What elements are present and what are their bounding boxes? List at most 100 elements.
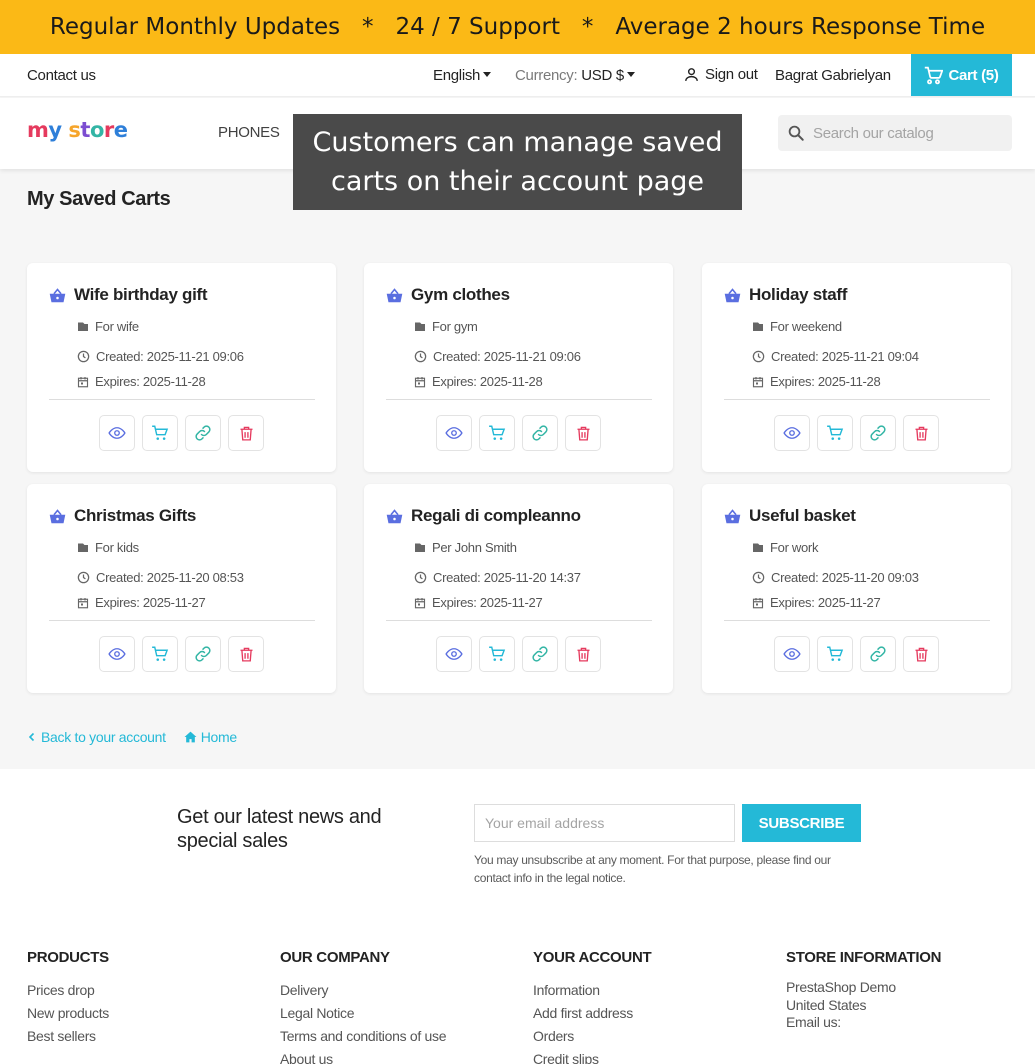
store-logo[interactable]: my store (27, 118, 128, 142)
search-input[interactable] (813, 124, 1003, 142)
contact-us-link[interactable]: Contact us (27, 67, 96, 84)
view-cart-button[interactable] (436, 636, 472, 672)
footer-link[interactable]: About us (280, 1048, 446, 1064)
nav-item-phones[interactable]: PHONES (218, 124, 280, 141)
search-box (778, 115, 1012, 151)
footer-store-info: STORE INFORMATION PrestaShop Demo United… (786, 949, 941, 1032)
store-info-line: PrestaShop Demo (786, 979, 896, 995)
calendar-icon (414, 597, 426, 609)
delete-cart-button[interactable] (228, 415, 264, 451)
account-name-link[interactable]: Bagrat Gabrielyan (775, 67, 891, 84)
view-cart-button[interactable] (774, 415, 810, 451)
chevron-down-icon (483, 72, 492, 77)
cart-expires: Expires: 2025-11-28 (432, 374, 543, 389)
footer-link[interactable]: Terms and conditions of use (280, 1025, 447, 1048)
saved-cart-card: Useful basket For work Created: 2025-11-20… (702, 484, 1011, 693)
delete-cart-button[interactable] (565, 636, 601, 672)
view-cart-button[interactable] (99, 636, 135, 672)
restore-cart-button[interactable] (479, 415, 515, 451)
trash-icon (913, 425, 930, 442)
cart-expires: Expires: 2025-11-27 (770, 595, 881, 610)
restore-cart-button[interactable] (142, 415, 178, 451)
subscribe-button[interactable]: SUBSCRIBE (742, 804, 861, 842)
footer-company: OUR COMPANY Delivery Legal Notice Terms … (280, 949, 447, 1064)
cart-note-row: Per John Smith (414, 540, 517, 555)
view-cart-button[interactable] (99, 415, 135, 451)
footer-link[interactable]: Information (533, 979, 651, 1002)
delete-cart-button[interactable] (565, 415, 601, 451)
cart-title-row: Regali di compleanno (386, 506, 581, 526)
currency-selector[interactable]: Currency: USD $ (515, 67, 635, 84)
view-cart-button[interactable] (436, 415, 472, 451)
back-to-account-link[interactable]: Back to your account (27, 729, 166, 745)
clock-icon (752, 350, 765, 363)
cart-label: Cart (5) (948, 66, 999, 84)
card-divider (724, 399, 990, 400)
restore-cart-button[interactable] (817, 636, 853, 672)
home-link[interactable]: Home (184, 729, 237, 745)
back-to-account-label: Back to your account (41, 729, 166, 745)
delete-cart-button[interactable] (228, 636, 264, 672)
sign-out-label: Sign out (705, 66, 758, 83)
footer-link[interactable]: Orders (533, 1025, 651, 1048)
footer-link[interactable]: New products (27, 1002, 109, 1025)
cart-button[interactable]: Cart (5) (911, 54, 1012, 96)
view-cart-button[interactable] (774, 636, 810, 672)
footer-store-heading: STORE INFORMATION (786, 949, 942, 966)
footer-link[interactable]: Legal Notice (280, 1002, 446, 1025)
cart-icon (826, 424, 844, 442)
cart-name: Useful basket (749, 506, 856, 525)
cart-title-row: Christmas Gifts (49, 506, 196, 526)
folder-icon (752, 542, 764, 553)
basket-icon (386, 287, 403, 303)
search-icon[interactable] (787, 124, 805, 142)
cart-note-row: For wife (77, 319, 139, 334)
cart-note: For wife (95, 319, 139, 334)
saved-cart-card: Wife birthday gift For wife Created: 2025-… (27, 263, 336, 472)
sign-out-link[interactable]: Sign out (683, 66, 758, 83)
delete-cart-button[interactable] (903, 415, 939, 451)
delete-cart-button[interactable] (903, 636, 939, 672)
link-icon (531, 424, 549, 442)
cart-note-row: For gym (414, 319, 478, 334)
cart-created-row: Created: 2025-11-21 09:06 (77, 349, 244, 364)
restore-cart-button[interactable] (479, 636, 515, 672)
share-link-button[interactable] (185, 636, 221, 672)
cart-created-row: Created: 2025-11-20 08:53 (77, 570, 244, 585)
basket-icon (724, 508, 741, 524)
share-link-button[interactable] (522, 415, 558, 451)
footer-link[interactable]: Prices drop (27, 979, 109, 1002)
newsletter-title: Get our latest news and special sales (177, 806, 382, 852)
restore-cart-button[interactable] (817, 415, 853, 451)
language-selector[interactable]: English (433, 67, 492, 84)
store-info-line: Email us: (786, 1014, 841, 1030)
cart-expires: Expires: 2025-11-28 (95, 374, 206, 389)
share-link-button[interactable] (860, 415, 896, 451)
eye-icon (445, 424, 463, 442)
clock-icon (414, 571, 427, 584)
cart-note: For kids (95, 540, 139, 555)
footer-link[interactable]: Best sellers (27, 1025, 109, 1048)
share-link-button[interactable] (860, 636, 896, 672)
share-link-button[interactable] (522, 636, 558, 672)
link-icon (194, 645, 212, 663)
home-label: Home (200, 729, 237, 745)
footer-link[interactable]: Add first address (533, 1002, 651, 1025)
restore-cart-button[interactable] (142, 636, 178, 672)
footer-link[interactable]: Credit slips (533, 1048, 651, 1064)
cart-created-row: Created: 2025-11-21 09:06 (414, 349, 581, 364)
clock-icon (77, 350, 90, 363)
share-link-button[interactable] (185, 415, 221, 451)
newsletter-note: You may unsubscribe at any moment. For t… (474, 853, 831, 885)
newsletter-email-input[interactable] (474, 804, 735, 842)
cart-created-row: Created: 2025-11-20 09:03 (752, 570, 919, 585)
cart-created: Created: 2025-11-20 14:37 (433, 570, 581, 585)
trash-icon (575, 425, 592, 442)
basket-icon (724, 287, 741, 303)
footer-link[interactable]: Delivery (280, 979, 446, 1002)
folder-icon (77, 321, 89, 332)
cart-created-row: Created: 2025-11-21 09:04 (752, 349, 919, 364)
cart-actions (774, 415, 939, 451)
cart-name: Regali di compleanno (411, 506, 581, 525)
cart-icon (151, 645, 169, 663)
